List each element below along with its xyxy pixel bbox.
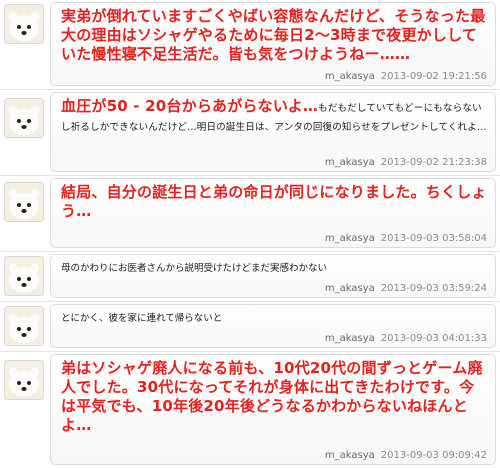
tweet-timestamp[interactable]: 2013-09-03 04:01:33: [381, 333, 487, 344]
tweet-bubble: 結局、自分の誕生日と弟の命日が同じになりました。ちくしょう… m_akasya 2…: [50, 178, 496, 248]
tweet-text-headline: 血圧が50 - 20台からあがらないよ…: [61, 97, 319, 115]
tweet-text: 母のかわりにお医者さんから説明受けたけどまだ実感わかない: [61, 263, 328, 274]
tweet-timestamp[interactable]: 2013-09-03 09:09:42: [381, 450, 487, 461]
tweet-item: 弟はソシャゲ廃人になる前も、10代20代の間ずっとゲーム廃人でした。30代になっ…: [0, 352, 500, 468]
tweet-username[interactable]: m_akasya: [325, 283, 375, 294]
tweet-bubble: とにかく、彼を家に連れて帰らないと m_akasya 2013-09-03 04:…: [50, 304, 496, 348]
tweet-item: 結局、自分の誕生日と弟の命日が同じになりました。ちくしょう… m_akasya 2…: [0, 176, 500, 252]
tweet-item: とにかく、彼を家に連れて帰らないと m_akasya 2013-09-03 04:…: [0, 302, 500, 352]
tweet-text: 弟はソシャゲ廃人になる前も、10代20代の間ずっとゲーム廃人でした。30代になっ…: [61, 359, 483, 434]
tweet-text: とにかく、彼を家に連れて帰らないと: [61, 313, 223, 324]
tweet-bubble: 血圧が50 - 20台からあがらないよ…もだもだしていてもどーにもならないし祈る…: [50, 92, 496, 172]
tweet-meta: m_akasya 2013-09-03 03:58:04: [325, 233, 487, 244]
tweet-bubble: 母のかわりにお医者さんから説明受けたけどまだ実感わかない m_akasya 201…: [50, 254, 496, 298]
tweet-meta: m_akasya 2013-09-03 04:01:33: [325, 333, 487, 344]
tweet-item: 母のかわりにお医者さんから説明受けたけどまだ実感わかない m_akasya 201…: [0, 252, 500, 302]
tweet-meta: m_akasya 2013-09-02 19:21:56: [325, 71, 487, 82]
avatar[interactable]: [4, 98, 44, 138]
tweet-username[interactable]: m_akasya: [325, 157, 375, 168]
avatar[interactable]: [4, 360, 44, 400]
tweet-meta: m_akasya 2013-09-03 09:09:42: [325, 450, 487, 461]
tweet-bubble: 実弟が倒れていますごくやばい容態なんだけど、そうなった最大の理由はソシャゲやるた…: [50, 2, 496, 86]
tweet-timestamp[interactable]: 2013-09-03 03:59:24: [381, 283, 487, 294]
tweet-username[interactable]: m_akasya: [325, 233, 375, 244]
tweet-username[interactable]: m_akasya: [325, 450, 375, 461]
tweet-text: 実弟が倒れていますごくやばい容態なんだけど、そうなった最大の理由はソシャゲやるた…: [61, 7, 486, 63]
avatar[interactable]: [4, 182, 44, 222]
avatar[interactable]: [4, 4, 44, 44]
tweet-timestamp[interactable]: 2013-09-02 19:21:56: [381, 71, 487, 82]
avatar[interactable]: [4, 306, 44, 346]
tweet-text: 結局、自分の誕生日と弟の命日が同じになりました。ちくしょう…: [61, 183, 487, 220]
tweet-text: 血圧が50 - 20台からあがらないよ…もだもだしていてもどーにもならないし祈る…: [51, 93, 495, 135]
tweet-timestamp[interactable]: 2013-09-02 21:23:38: [381, 157, 487, 168]
tweet-timestamp[interactable]: 2013-09-03 03:58:04: [381, 233, 487, 244]
tweet-username[interactable]: m_akasya: [325, 333, 375, 344]
avatar[interactable]: [4, 256, 44, 296]
tweet-item: 血圧が50 - 20台からあがらないよ…もだもだしていてもどーにもならないし祈る…: [0, 90, 500, 176]
tweet-feed: 実弟が倒れていますごくやばい容態なんだけど、そうなった最大の理由はソシャゲやるた…: [0, 0, 500, 468]
tweet-meta: m_akasya 2013-09-03 03:59:24: [325, 283, 487, 294]
tweet-bubble: 弟はソシャゲ廃人になる前も、10代20代の間ずっとゲーム廃人でした。30代になっ…: [50, 354, 496, 465]
tweet-item: 実弟が倒れていますごくやばい容態なんだけど、そうなった最大の理由はソシャゲやるた…: [0, 0, 500, 90]
tweet-username[interactable]: m_akasya: [325, 71, 375, 82]
tweet-meta: m_akasya 2013-09-02 21:23:38: [325, 157, 487, 168]
